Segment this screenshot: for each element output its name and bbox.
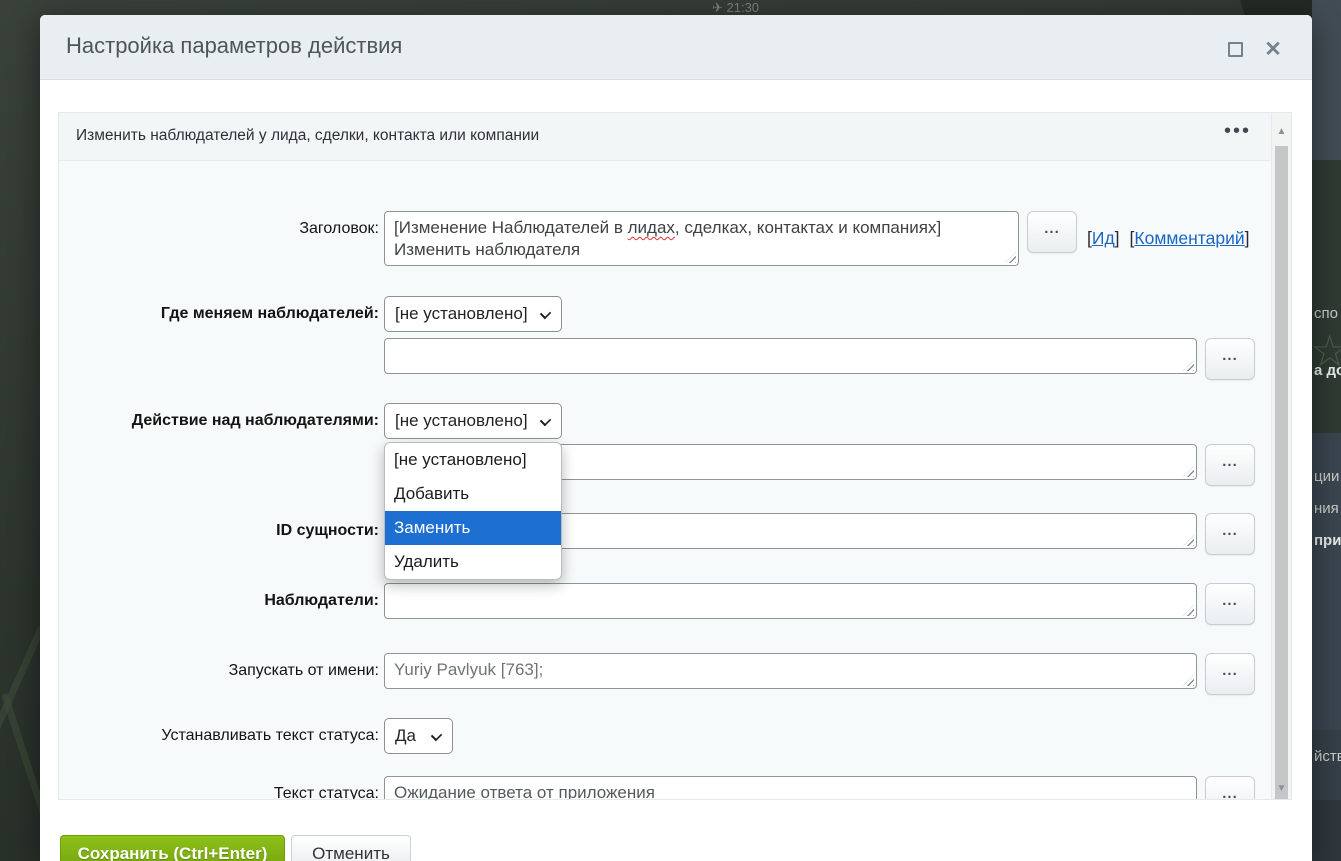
- spacer: [59, 338, 379, 374]
- bracket: ]: [1245, 228, 1250, 248]
- background-text-fragment: при: [1314, 532, 1341, 549]
- background-text-fragment: а до: [1314, 362, 1341, 379]
- run-as-value: Yuriy Pavlyuk [763];: [394, 660, 543, 679]
- section-menu-button[interactable]: •••: [1224, 120, 1251, 143]
- action-section-header: Изменить наблюдателей у лида, сделки, ко…: [59, 113, 1291, 161]
- background-menu-strip: ☆ спо а до ции ния при йств: [1312, 0, 1341, 861]
- status-more-button[interactable]: ...: [1205, 776, 1255, 800]
- action-select-dropdown: [не установлено] Добавить Заменить Удали…: [384, 442, 562, 580]
- dropdown-option-add[interactable]: Добавить: [385, 477, 561, 511]
- background-panel: [1312, 730, 1341, 800]
- save-button[interactable]: Сохранить (Ctrl+Enter): [60, 835, 285, 861]
- title-text: [Изменение Наблюдателей в: [394, 218, 628, 237]
- dialog-footer: Сохранить (Ctrl+Enter) Отменить: [40, 800, 1312, 861]
- action-section-title: Изменить наблюдателей у лида, сделки, ко…: [76, 127, 539, 145]
- dropdown-option-not-set[interactable]: [не установлено]: [385, 443, 561, 477]
- action-more-button[interactable]: ...: [1205, 444, 1255, 486]
- maximize-icon: [1228, 42, 1243, 57]
- dropdown-option-delete[interactable]: Удалить: [385, 545, 561, 579]
- chevron-down-icon: [431, 730, 442, 741]
- dropdown-option-replace[interactable]: Заменить: [385, 511, 561, 545]
- entity-id-label: ID сущности:: [59, 513, 379, 549]
- where-textarea[interactable]: [384, 338, 1197, 374]
- background-text-fragment: йств: [1314, 748, 1341, 765]
- status-text-value: Ожидание ответа от приложения: [394, 783, 655, 800]
- action-form-panel: Изменить наблюдателей у лида, сделки, ко…: [58, 112, 1292, 800]
- resize-handle-icon[interactable]: [1183, 605, 1194, 616]
- action-settings-dialog: Настройка параметров действия ✕ Изменить…: [40, 15, 1312, 861]
- id-link[interactable]: Ид: [1092, 228, 1115, 248]
- action-select[interactable]: [не установлено]: [384, 403, 562, 439]
- run-as-textarea[interactable]: Yuriy Pavlyuk [763];: [384, 653, 1197, 689]
- dialog-title: Настройка параметров действия: [66, 33, 402, 59]
- set-status-select[interactable]: Да: [384, 718, 453, 754]
- background-text-fragment: ции: [1314, 468, 1339, 485]
- action-label: Действие над наблюдателями:: [59, 403, 379, 439]
- spacer: [59, 444, 379, 480]
- field-row-run-as: Запускать от имени: Yuriy Pavlyuk [763];…: [59, 653, 1255, 695]
- where-label: Где меняем наблюдателей:: [59, 296, 379, 332]
- title-text: , сделках, контактах и компаниях]: [675, 218, 941, 237]
- cancel-button[interactable]: Отменить: [291, 835, 411, 861]
- scroll-up-icon[interactable]: ▲: [1272, 126, 1291, 137]
- background-text-fragment: ния: [1314, 500, 1339, 517]
- title-textarea[interactable]: [Изменение Наблюдателей в лидах, сделках…: [384, 211, 1019, 266]
- status-text-label: Текст статуса:: [59, 776, 379, 800]
- set-status-label: Устанавливать текст статуса:: [59, 718, 379, 754]
- field-row-title: Заголовок: [Изменение Наблюдателей в лид…: [59, 211, 1250, 266]
- background-panel: [1312, 0, 1341, 160]
- comment-link[interactable]: Комментарий: [1134, 228, 1244, 248]
- field-row-where: Где меняем наблюдателей: [не установлено…: [59, 296, 562, 332]
- background-panel: [1312, 800, 1341, 861]
- title-label: Заголовок:: [59, 211, 379, 247]
- action-select-value: [не установлено]: [395, 411, 528, 431]
- run-as-more-button[interactable]: ...: [1205, 653, 1255, 695]
- background-clock: ✈ 21:30: [712, 0, 759, 16]
- run-as-label: Запускать от имени:: [59, 653, 379, 689]
- resize-handle-icon[interactable]: [1183, 466, 1194, 477]
- resize-handle-icon[interactable]: [1183, 360, 1194, 371]
- set-status-value: Да: [395, 726, 416, 746]
- where-select-value: [не установлено]: [395, 304, 528, 324]
- close-button[interactable]: ✕: [1262, 39, 1284, 61]
- status-textarea[interactable]: Ожидание ответа от приложения: [384, 776, 1197, 800]
- where-more-button[interactable]: ...: [1205, 338, 1255, 380]
- where-select[interactable]: [не установлено]: [384, 296, 562, 332]
- title-text-misspelled: лидах: [628, 218, 675, 237]
- insert-links: [Ид][Комментарий]: [1087, 228, 1250, 249]
- resize-handle-icon[interactable]: [1183, 535, 1194, 546]
- chevron-down-icon: [540, 308, 551, 319]
- field-row-action-value: ...: [59, 444, 1255, 486]
- background-panel: [1312, 160, 1341, 433]
- entity-id-more-button[interactable]: ...: [1205, 513, 1255, 555]
- close-icon: ✕: [1264, 38, 1282, 61]
- field-row-where-value: ...: [59, 338, 1255, 380]
- title-text-line2: Изменить наблюдателя: [394, 240, 580, 259]
- observers-label: Наблюдатели:: [59, 583, 379, 619]
- field-row-status-text: Текст статуса: Ожидание ответа от прилож…: [59, 776, 1255, 800]
- bracket: ]: [1115, 228, 1120, 248]
- maximize-button[interactable]: [1224, 39, 1246, 61]
- scroll-down-icon[interactable]: ▼: [1272, 783, 1291, 794]
- field-row-observers: Наблюдатели: ...: [59, 583, 1255, 625]
- scrollbar-thumb[interactable]: [1275, 146, 1288, 800]
- dialog-header: Настройка параметров действия ✕: [40, 15, 1312, 80]
- observers-more-button[interactable]: ...: [1205, 583, 1255, 625]
- title-more-button[interactable]: ...: [1027, 211, 1077, 253]
- observers-textarea[interactable]: [384, 583, 1197, 619]
- field-row-set-status: Устанавливать текст статуса: Да: [59, 718, 453, 754]
- field-row-entity-id: ID сущности: ...: [59, 513, 1255, 555]
- vertical-scrollbar[interactable]: ▲ ▼: [1271, 113, 1291, 799]
- resize-handle-icon[interactable]: [1183, 675, 1194, 686]
- resize-handle-icon[interactable]: [1005, 252, 1016, 263]
- field-row-action: Действие над наблюдателями: [не установл…: [59, 403, 562, 439]
- chevron-down-icon: [540, 415, 551, 426]
- background-text-fragment: спо: [1314, 305, 1338, 322]
